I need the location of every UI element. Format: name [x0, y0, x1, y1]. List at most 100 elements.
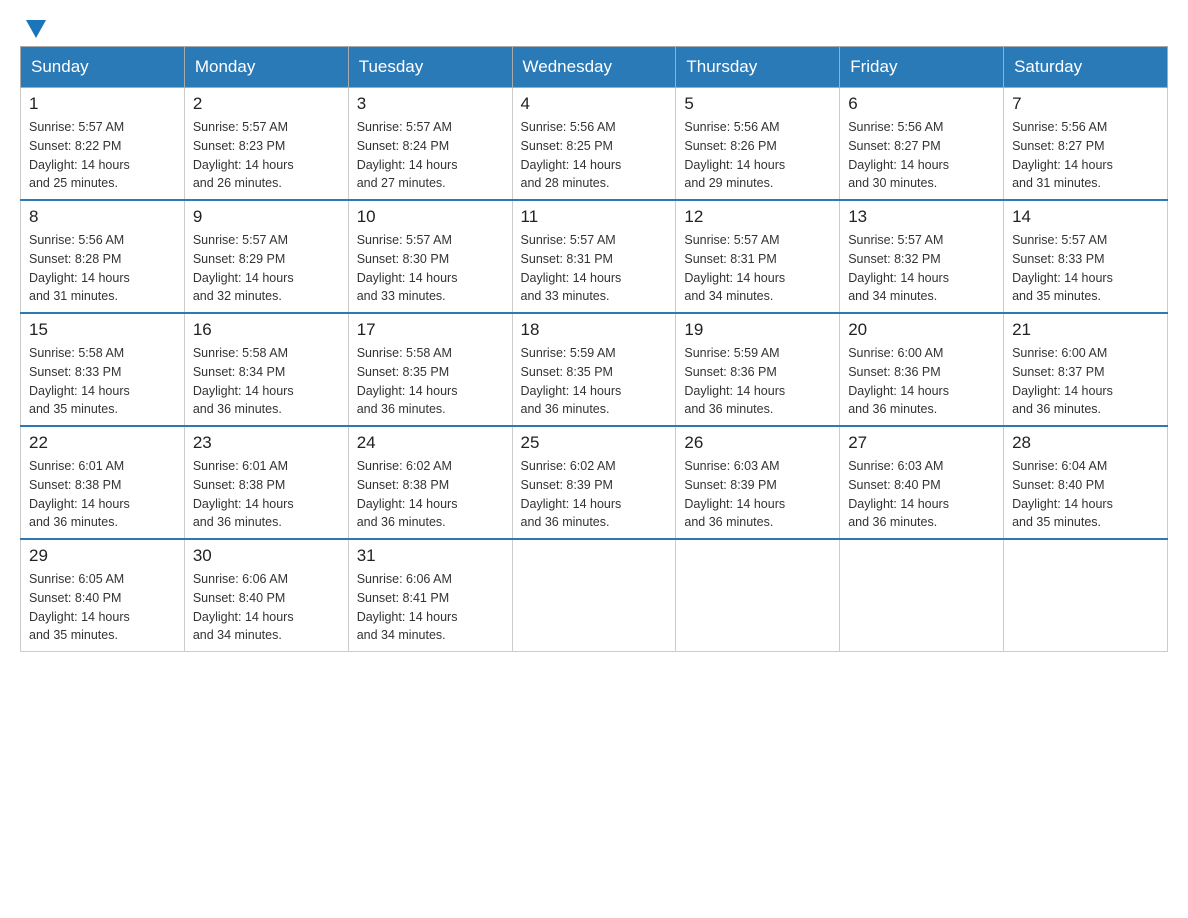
- day-info: Sunrise: 6:02 AM Sunset: 8:38 PM Dayligh…: [357, 457, 504, 532]
- calendar-cell: 8 Sunrise: 5:56 AM Sunset: 8:28 PM Dayli…: [21, 200, 185, 313]
- day-number: 23: [193, 433, 340, 453]
- day-info: Sunrise: 5:57 AM Sunset: 8:33 PM Dayligh…: [1012, 231, 1159, 306]
- calendar-cell: 6 Sunrise: 5:56 AM Sunset: 8:27 PM Dayli…: [840, 88, 1004, 201]
- logo-triangle-icon: [22, 16, 50, 44]
- calendar-cell: 22 Sunrise: 6:01 AM Sunset: 8:38 PM Dayl…: [21, 426, 185, 539]
- day-info: Sunrise: 5:56 AM Sunset: 8:26 PM Dayligh…: [684, 118, 831, 193]
- calendar-cell: 15 Sunrise: 5:58 AM Sunset: 8:33 PM Dayl…: [21, 313, 185, 426]
- weekday-header-thursday: Thursday: [676, 47, 840, 88]
- day-info: Sunrise: 6:06 AM Sunset: 8:40 PM Dayligh…: [193, 570, 340, 645]
- day-number: 27: [848, 433, 995, 453]
- day-info: Sunrise: 6:06 AM Sunset: 8:41 PM Dayligh…: [357, 570, 504, 645]
- calendar-cell: 4 Sunrise: 5:56 AM Sunset: 8:25 PM Dayli…: [512, 88, 676, 201]
- calendar-table: SundayMondayTuesdayWednesdayThursdayFrid…: [20, 46, 1168, 652]
- calendar-cell: 30 Sunrise: 6:06 AM Sunset: 8:40 PM Dayl…: [184, 539, 348, 652]
- calendar-cell: 18 Sunrise: 5:59 AM Sunset: 8:35 PM Dayl…: [512, 313, 676, 426]
- day-number: 31: [357, 546, 504, 566]
- calendar-cell: 11 Sunrise: 5:57 AM Sunset: 8:31 PM Dayl…: [512, 200, 676, 313]
- day-number: 3: [357, 94, 504, 114]
- weekday-header-monday: Monday: [184, 47, 348, 88]
- calendar-cell: 1 Sunrise: 5:57 AM Sunset: 8:22 PM Dayli…: [21, 88, 185, 201]
- day-info: Sunrise: 5:58 AM Sunset: 8:33 PM Dayligh…: [29, 344, 176, 419]
- day-info: Sunrise: 6:03 AM Sunset: 8:40 PM Dayligh…: [848, 457, 995, 532]
- day-number: 29: [29, 546, 176, 566]
- day-number: 11: [521, 207, 668, 227]
- day-info: Sunrise: 5:57 AM Sunset: 8:31 PM Dayligh…: [684, 231, 831, 306]
- week-row-4: 22 Sunrise: 6:01 AM Sunset: 8:38 PM Dayl…: [21, 426, 1168, 539]
- calendar-cell: 24 Sunrise: 6:02 AM Sunset: 8:38 PM Dayl…: [348, 426, 512, 539]
- day-info: Sunrise: 5:57 AM Sunset: 8:22 PM Dayligh…: [29, 118, 176, 193]
- calendar-cell: 9 Sunrise: 5:57 AM Sunset: 8:29 PM Dayli…: [184, 200, 348, 313]
- day-number: 21: [1012, 320, 1159, 340]
- day-info: Sunrise: 6:00 AM Sunset: 8:36 PM Dayligh…: [848, 344, 995, 419]
- weekday-header-friday: Friday: [840, 47, 1004, 88]
- day-info: Sunrise: 5:57 AM Sunset: 8:24 PM Dayligh…: [357, 118, 504, 193]
- day-info: Sunrise: 5:56 AM Sunset: 8:25 PM Dayligh…: [521, 118, 668, 193]
- day-number: 15: [29, 320, 176, 340]
- day-number: 30: [193, 546, 340, 566]
- calendar-cell: 21 Sunrise: 6:00 AM Sunset: 8:37 PM Dayl…: [1004, 313, 1168, 426]
- calendar-cell: [840, 539, 1004, 652]
- weekday-header-row: SundayMondayTuesdayWednesdayThursdayFrid…: [21, 47, 1168, 88]
- day-info: Sunrise: 5:57 AM Sunset: 8:30 PM Dayligh…: [357, 231, 504, 306]
- calendar-cell: 28 Sunrise: 6:04 AM Sunset: 8:40 PM Dayl…: [1004, 426, 1168, 539]
- day-info: Sunrise: 5:57 AM Sunset: 8:23 PM Dayligh…: [193, 118, 340, 193]
- calendar-cell: [676, 539, 840, 652]
- calendar-cell: 27 Sunrise: 6:03 AM Sunset: 8:40 PM Dayl…: [840, 426, 1004, 539]
- calendar-cell: 2 Sunrise: 5:57 AM Sunset: 8:23 PM Dayli…: [184, 88, 348, 201]
- calendar-cell: 17 Sunrise: 5:58 AM Sunset: 8:35 PM Dayl…: [348, 313, 512, 426]
- day-number: 5: [684, 94, 831, 114]
- weekday-header-wednesday: Wednesday: [512, 47, 676, 88]
- day-number: 1: [29, 94, 176, 114]
- calendar-cell: 14 Sunrise: 5:57 AM Sunset: 8:33 PM Dayl…: [1004, 200, 1168, 313]
- day-number: 26: [684, 433, 831, 453]
- calendar-cell: 13 Sunrise: 5:57 AM Sunset: 8:32 PM Dayl…: [840, 200, 1004, 313]
- weekday-header-sunday: Sunday: [21, 47, 185, 88]
- day-number: 6: [848, 94, 995, 114]
- week-row-1: 1 Sunrise: 5:57 AM Sunset: 8:22 PM Dayli…: [21, 88, 1168, 201]
- day-info: Sunrise: 5:59 AM Sunset: 8:36 PM Dayligh…: [684, 344, 831, 419]
- day-number: 7: [1012, 94, 1159, 114]
- day-info: Sunrise: 5:56 AM Sunset: 8:27 PM Dayligh…: [1012, 118, 1159, 193]
- calendar-cell: 31 Sunrise: 6:06 AM Sunset: 8:41 PM Dayl…: [348, 539, 512, 652]
- day-number: 28: [1012, 433, 1159, 453]
- calendar-cell: 23 Sunrise: 6:01 AM Sunset: 8:38 PM Dayl…: [184, 426, 348, 539]
- page-header: [20, 20, 1168, 36]
- calendar-cell: 20 Sunrise: 6:00 AM Sunset: 8:36 PM Dayl…: [840, 313, 1004, 426]
- day-info: Sunrise: 6:00 AM Sunset: 8:37 PM Dayligh…: [1012, 344, 1159, 419]
- day-number: 13: [848, 207, 995, 227]
- day-number: 4: [521, 94, 668, 114]
- day-number: 9: [193, 207, 340, 227]
- day-number: 12: [684, 207, 831, 227]
- calendar-cell: 12 Sunrise: 5:57 AM Sunset: 8:31 PM Dayl…: [676, 200, 840, 313]
- day-info: Sunrise: 5:59 AM Sunset: 8:35 PM Dayligh…: [521, 344, 668, 419]
- day-number: 25: [521, 433, 668, 453]
- day-info: Sunrise: 6:01 AM Sunset: 8:38 PM Dayligh…: [29, 457, 176, 532]
- calendar-cell: 10 Sunrise: 5:57 AM Sunset: 8:30 PM Dayl…: [348, 200, 512, 313]
- day-number: 24: [357, 433, 504, 453]
- calendar-cell: 26 Sunrise: 6:03 AM Sunset: 8:39 PM Dayl…: [676, 426, 840, 539]
- day-info: Sunrise: 5:57 AM Sunset: 8:29 PM Dayligh…: [193, 231, 340, 306]
- day-info: Sunrise: 6:01 AM Sunset: 8:38 PM Dayligh…: [193, 457, 340, 532]
- logo: [20, 20, 50, 36]
- day-number: 2: [193, 94, 340, 114]
- weekday-header-saturday: Saturday: [1004, 47, 1168, 88]
- day-number: 20: [848, 320, 995, 340]
- calendar-cell: 19 Sunrise: 5:59 AM Sunset: 8:36 PM Dayl…: [676, 313, 840, 426]
- day-info: Sunrise: 5:58 AM Sunset: 8:34 PM Dayligh…: [193, 344, 340, 419]
- day-info: Sunrise: 6:03 AM Sunset: 8:39 PM Dayligh…: [684, 457, 831, 532]
- calendar-cell: 29 Sunrise: 6:05 AM Sunset: 8:40 PM Dayl…: [21, 539, 185, 652]
- day-info: Sunrise: 6:05 AM Sunset: 8:40 PM Dayligh…: [29, 570, 176, 645]
- day-info: Sunrise: 6:04 AM Sunset: 8:40 PM Dayligh…: [1012, 457, 1159, 532]
- day-info: Sunrise: 5:56 AM Sunset: 8:28 PM Dayligh…: [29, 231, 176, 306]
- week-row-3: 15 Sunrise: 5:58 AM Sunset: 8:33 PM Dayl…: [21, 313, 1168, 426]
- day-info: Sunrise: 5:58 AM Sunset: 8:35 PM Dayligh…: [357, 344, 504, 419]
- day-info: Sunrise: 5:57 AM Sunset: 8:32 PM Dayligh…: [848, 231, 995, 306]
- week-row-2: 8 Sunrise: 5:56 AM Sunset: 8:28 PM Dayli…: [21, 200, 1168, 313]
- calendar-cell: 3 Sunrise: 5:57 AM Sunset: 8:24 PM Dayli…: [348, 88, 512, 201]
- day-info: Sunrise: 6:02 AM Sunset: 8:39 PM Dayligh…: [521, 457, 668, 532]
- day-info: Sunrise: 5:57 AM Sunset: 8:31 PM Dayligh…: [521, 231, 668, 306]
- weekday-header-tuesday: Tuesday: [348, 47, 512, 88]
- day-number: 16: [193, 320, 340, 340]
- day-number: 17: [357, 320, 504, 340]
